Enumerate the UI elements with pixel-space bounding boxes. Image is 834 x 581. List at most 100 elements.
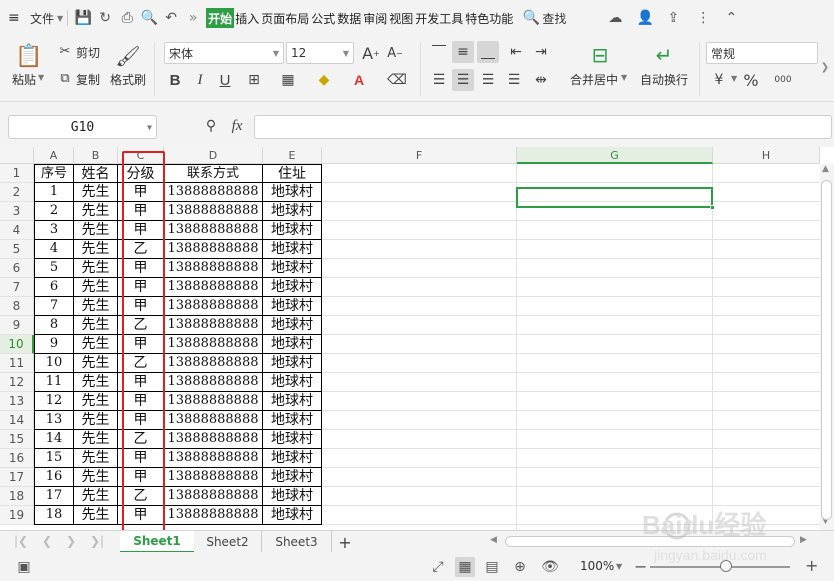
table-cell[interactable]: 14 [34,430,74,449]
row-header-9[interactable]: 9 [0,316,34,335]
paste-icon[interactable]: 📋 [15,42,42,70]
table-cell[interactable]: 甲 [118,335,164,354]
column-header-g[interactable]: G [517,147,713,164]
row-header-4[interactable]: 4 [0,221,34,240]
cloud-icon[interactable]: ☁ [604,7,626,29]
column-header-c[interactable]: C [118,147,164,164]
column-header-a[interactable]: A [34,147,74,164]
row-header-19[interactable]: 19 [0,506,34,525]
table-cell[interactable]: 先生 [74,411,118,430]
table-cell[interactable]: 乙 [118,316,164,335]
table-cell[interactable]: 先生 [74,221,118,240]
zoom-level[interactable]: 100% [580,559,614,573]
sheet-tab-sheet3[interactable]: Sheet3 [262,531,332,553]
table-cell[interactable]: 地球村 [263,259,322,278]
table-cell[interactable]: 13888888888 [164,278,263,297]
tab-2[interactable]: 页面布局 [260,8,310,28]
row-header-6[interactable]: 6 [0,259,34,278]
tab-4[interactable]: 数据 [336,8,362,28]
tab-3[interactable]: 公式 [310,8,336,28]
paste-chevron-icon[interactable]: ▼ [38,73,44,82]
hscroll-right-icon[interactable]: ▶ [800,535,807,545]
font-shrink-button[interactable]: A − [384,42,406,64]
fill-pattern-icon[interactable]: ▦ [277,69,299,91]
align-left-icon[interactable]: ☰ [428,69,450,91]
row-header-12[interactable]: 12 [0,373,34,392]
hscroll-left-icon[interactable]: ◀ [490,535,497,545]
ribbon-scroll-right-icon[interactable]: ❯ [818,56,832,78]
table-cell[interactable]: 先生 [74,335,118,354]
table-cell[interactable]: 13888888888 [164,240,263,259]
format-painter-icon[interactable]: 🖌 [115,42,141,70]
table-cell[interactable]: 13888888888 [164,259,263,278]
column-header-e[interactable]: E [263,147,322,164]
search-icon[interactable]: 🔍 [520,7,542,29]
table-cell[interactable]: 甲 [118,259,164,278]
row-header-3[interactable]: 3 [0,202,34,221]
table-cell[interactable]: 地球村 [263,411,322,430]
row-header-1[interactable]: 1 [0,164,34,183]
table-cell[interactable]: 1 [34,183,74,202]
align-top-icon[interactable]: ⎺ [428,41,450,63]
row-header-17[interactable]: 17 [0,468,34,487]
copy-button[interactable]: 复制 [76,71,100,88]
fill-color-icon[interactable]: ◆ [313,69,335,91]
table-cell[interactable]: 地球村 [263,354,322,373]
hamburger-icon[interactable]: ≡ [8,7,26,29]
chevron-down-icon[interactable]: ▼ [57,7,63,29]
table-cell[interactable]: 7 [34,297,74,316]
user-icon[interactable]: 👤 [634,7,656,29]
tab-8[interactable]: 特色功能 [464,8,514,28]
row-header-14[interactable]: 14 [0,411,34,430]
table-cell[interactable]: 先生 [74,183,118,202]
zoom-slider-knob[interactable] [720,560,732,572]
table-cell[interactable]: 地球村 [263,221,322,240]
table-cell[interactable]: 甲 [118,278,164,297]
table-cell[interactable]: 13888888888 [164,449,263,468]
table-cell[interactable]: 地球村 [263,392,322,411]
table-cell[interactable]: 先生 [74,373,118,392]
justify-icon[interactable]: ☰ [503,69,525,91]
table-cell[interactable]: 13888888888 [164,430,263,449]
save-icon[interactable]: 💾 [72,7,94,29]
fill-handle[interactable] [710,205,715,210]
eraser-icon[interactable]: ⌫ [386,69,408,91]
border-icon[interactable]: ⊞ [243,69,265,91]
row-header-8[interactable]: 8 [0,297,34,316]
header-cell[interactable]: 姓名 [74,164,118,183]
tab-6[interactable]: 视图 [388,8,414,28]
wrap-text-button[interactable]: 自动换行 [640,71,688,88]
next-sheet-icon[interactable]: ❯ [66,534,76,548]
table-cell[interactable]: 13 [34,411,74,430]
zoom-search-icon[interactable]: ⚲ [200,115,222,137]
eye-protection-icon[interactable]: 👁 [540,557,560,577]
normal-view-icon[interactable]: ▦ [455,557,475,577]
font-color-icon[interactable]: A [348,69,370,91]
align-middle-icon[interactable]: ≡ [452,41,474,63]
table-cell[interactable]: 乙 [118,487,164,506]
table-cell[interactable]: 4 [34,240,74,259]
sheet-tab-sheet1[interactable]: Sheet1 [120,531,194,553]
table-cell[interactable]: 3 [34,221,74,240]
more-chevron-icon[interactable]: » [182,7,204,29]
table-cell[interactable]: 13888888888 [164,297,263,316]
active-cell-g10[interactable] [516,187,715,210]
table-cell[interactable]: 先生 [74,430,118,449]
table-cell[interactable]: 13888888888 [164,411,263,430]
header-cell[interactable]: 序号 [34,164,74,183]
tab-0[interactable]: 开始 [206,8,235,28]
zoom-in-button[interactable]: + [805,556,818,575]
table-cell[interactable]: 13888888888 [164,506,263,525]
table-cell[interactable]: 11 [34,373,74,392]
undo-icon[interactable]: ↶ [160,7,182,29]
row-header-2[interactable]: 2 [0,183,34,202]
table-cell[interactable]: 先生 [74,297,118,316]
row-header-15[interactable]: 15 [0,430,34,449]
first-sheet-icon[interactable]: |❮ [14,534,28,548]
currency-chevron-icon[interactable]: ▼ [731,74,737,83]
table-cell[interactable]: 13888888888 [164,316,263,335]
horizontal-scrollbar[interactable] [505,536,795,547]
increase-indent-icon[interactable]: ⇥ [530,41,552,63]
bold-button[interactable]: B [164,69,186,91]
table-cell[interactable]: 8 [34,316,74,335]
